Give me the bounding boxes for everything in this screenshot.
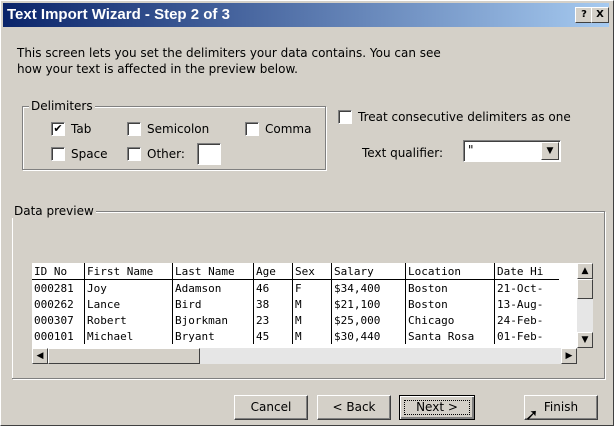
table-row: 000281 Joy Adamson 46 F $34,400 Boston 2… (32, 279, 559, 296)
data-preview-grid[interactable]: ID No First Name Last Name Age Sex Salar… (32, 263, 577, 348)
preview-cell: Location (405, 263, 495, 280)
other-box[interactable] (127, 147, 141, 161)
preview-cell: $30,440 (331, 328, 406, 344)
scroll-down-icon[interactable]: ▼ (577, 332, 593, 348)
other-checkbox[interactable]: Other: (127, 147, 185, 161)
preview-cell: Adamson (172, 279, 254, 296)
window-title: Text Import Wizard - Step 2 of 3 (7, 6, 230, 23)
preview-cell: 000307 (32, 312, 85, 328)
space-label: Space (71, 147, 108, 161)
preview-cell: 000101 (32, 328, 85, 344)
scroll-up-icon[interactable]: ▲ (577, 263, 593, 279)
space-checkbox[interactable]: Space (51, 147, 108, 161)
preview-cell: Joy (84, 279, 173, 296)
next-button[interactable]: Next > (399, 395, 475, 420)
vertical-scrollbar[interactable]: ▲ ▼ (577, 263, 593, 348)
preview-cell: 23 (253, 312, 293, 328)
semicolon-box[interactable] (127, 122, 141, 136)
preview-cell: Last Name (172, 263, 254, 280)
preview-cell: 01-Feb- (497, 329, 544, 343)
intro-line-2: how your text is affected in the preview… (17, 62, 298, 76)
preview-cell: Date Hi (494, 263, 559, 280)
preview-cell: 46 (253, 279, 293, 296)
preview-cell: 000281 (32, 279, 85, 296)
comma-label: Comma (265, 122, 312, 136)
treat-consecutive-box[interactable] (338, 110, 352, 124)
tab-checkbox[interactable]: ✔ Tab (51, 122, 91, 136)
preview-cell: M (292, 312, 332, 328)
comma-box[interactable] (245, 122, 259, 136)
preview-cell: Santa Rosa (405, 328, 495, 344)
space-box[interactable] (51, 147, 65, 161)
semicolon-checkbox[interactable]: Semicolon (127, 122, 209, 136)
treat-consecutive-checkbox[interactable]: Treat consecutive delimiters as one (338, 110, 571, 124)
preview-cell: 13-Aug- (497, 297, 544, 311)
preview-cell: $34,400 (331, 279, 406, 296)
cancel-button[interactable]: Cancel (234, 395, 308, 420)
delimiters-legend: Delimiters (29, 99, 95, 113)
preview-cell: Bird (172, 296, 254, 312)
delimiters-group: Delimiters ✔ Tab Semicolon Comma Space O… (22, 99, 326, 170)
semicolon-label: Semicolon (147, 122, 210, 136)
preview-cell: 24-Feb- (497, 313, 544, 327)
treat-consecutive-label: Treat consecutive delimiters as one (358, 110, 571, 124)
horizontal-scrollbar[interactable]: ◀ ▶ (32, 348, 577, 364)
preview-cell: Lance (84, 296, 173, 312)
preview-cell: 38 (253, 296, 293, 312)
preview-cell: Michael (84, 328, 173, 344)
vertical-scroll-thumb[interactable] (577, 279, 593, 299)
preview-cell: Age (253, 263, 293, 280)
preview-cell: Salary (331, 263, 406, 280)
close-button[interactable]: X (591, 7, 609, 23)
other-label: Other: (147, 147, 185, 161)
text-qualifier-value: " (468, 143, 474, 157)
preview-cell: 45 (253, 328, 293, 344)
scroll-left-icon[interactable]: ◀ (32, 348, 48, 364)
preview-cell: First Name (84, 263, 173, 280)
preview-cell: 21-Oct- (497, 281, 544, 295)
preview-cell: Bryant (172, 328, 254, 344)
comma-checkbox[interactable]: Comma (245, 122, 311, 136)
other-input[interactable] (197, 143, 221, 165)
preview-cell: $25,000 (331, 312, 406, 328)
tab-label: Tab (71, 122, 92, 136)
preview-cell: Boston (405, 279, 495, 296)
preview-cell: F (292, 279, 332, 296)
intro-line-1: This screen lets you set the delimiters … (17, 46, 441, 60)
mouse-cursor-icon: ➚ (525, 405, 539, 424)
chevron-down-icon[interactable]: ▼ (541, 142, 559, 160)
title-bar[interactable]: Text Import Wizard - Step 2 of 3 ? X (3, 3, 609, 27)
preview-cell: $21,100 (331, 296, 406, 312)
preview-cell: Bjorkman (172, 312, 254, 328)
preview-table: ID No First Name Last Name Age Sex Salar… (32, 263, 559, 344)
horizontal-scroll-thumb[interactable] (48, 348, 200, 364)
table-row: 000101 Michael Bryant 45 M $30,440 Santa… (32, 328, 559, 344)
preview-header-row: ID No First Name Last Name Age Sex Salar… (32, 263, 559, 280)
preview-cell: Sex (292, 263, 332, 280)
preview-cell: ID No (32, 263, 85, 280)
text-qualifier-select[interactable]: " ▼ (463, 140, 561, 162)
text-qualifier-label: Text qualifier: (362, 146, 444, 160)
back-button[interactable]: < Back (317, 395, 391, 420)
preview-cell: Chicago (405, 312, 495, 328)
preview-cell: Robert (84, 312, 173, 328)
preview-cell: M (292, 296, 332, 312)
scroll-right-icon[interactable]: ▶ (561, 348, 577, 364)
table-row: 000262 Lance Bird 38 M $21,100 Boston 13… (32, 296, 559, 312)
preview-cell: M (292, 328, 332, 344)
next-button-label: Next > (400, 396, 474, 419)
intro-text: This screen lets you set the delimiters … (17, 45, 497, 77)
data-preview-legend: Data preview (12, 204, 96, 218)
table-row: 000307 Robert Bjorkman 23 M $25,000 Chic… (32, 312, 559, 328)
preview-cell: Boston (405, 296, 495, 312)
tab-check-icon[interactable]: ✔ (51, 122, 65, 136)
text-import-wizard-dialog: Text Import Wizard - Step 2 of 3 ? X Thi… (0, 0, 614, 426)
preview-cell: 000262 (32, 296, 85, 312)
